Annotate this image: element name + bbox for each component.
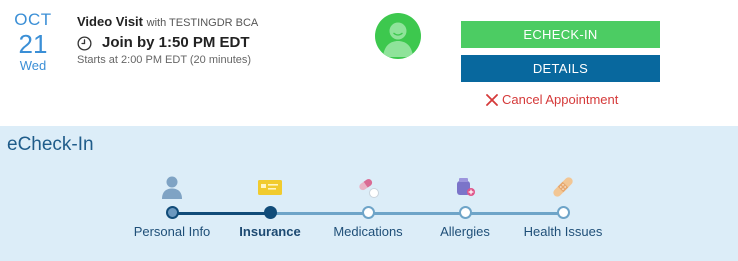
visit-provider: with TESTINGDR BCA	[146, 17, 259, 29]
visit-type: Video Visit	[77, 14, 143, 29]
clock-icon	[77, 35, 92, 51]
step-label: Medications	[333, 224, 403, 239]
step-label: Health Issues	[523, 224, 603, 239]
step-dot	[263, 206, 277, 219]
step-label: Insurance	[239, 224, 301, 239]
step-allergies[interactable]: Allergies	[410, 174, 520, 239]
pills-icon	[359, 179, 379, 198]
insurance-card-icon	[258, 180, 282, 195]
step-health-issues[interactable]: Health Issues	[508, 174, 618, 239]
person-silhouette-icon	[383, 22, 413, 57]
date-day: 21	[18, 29, 48, 59]
cancel-appointment-label: Cancel Appointment	[502, 92, 619, 107]
step-label: Allergies	[440, 224, 490, 239]
details-button[interactable]: DETAILS	[461, 55, 660, 82]
appointment-card: OCT 21 Wed Video Visit with TESTINGDR BC…	[0, 0, 738, 126]
step-medications[interactable]: Medications	[313, 174, 423, 239]
appointment-date: OCT 21 Wed	[10, 10, 56, 74]
echeckin-panel: eCheck-In Personal Info Insurance Medica…	[0, 126, 738, 261]
step-dot	[361, 206, 375, 219]
step-label: Personal Info	[133, 224, 211, 239]
step-dot	[556, 206, 570, 219]
bandage-icon	[553, 177, 573, 197]
echeck-in-button[interactable]: ECHECK-IN	[461, 21, 660, 48]
cancel-appointment-link[interactable]: Cancel Appointment	[486, 92, 618, 107]
close-icon	[486, 93, 498, 106]
date-month: OCT	[14, 10, 52, 29]
step-dot	[165, 206, 179, 219]
start-time: Starts at 2:00 PM EDT (20 minutes)	[77, 54, 252, 66]
allergy-icon	[457, 178, 475, 196]
person-icon	[162, 176, 182, 199]
step-insurance[interactable]: Insurance	[215, 174, 325, 239]
visit-title: Video Visit with TESTINGDR BCA	[77, 14, 258, 31]
date-weekday: Wed	[19, 58, 47, 73]
provider-avatar-icon	[375, 13, 421, 59]
step-personal-info[interactable]: Personal Info	[117, 174, 227, 239]
echeckin-title: eCheck-In	[7, 134, 94, 155]
appointment-info: Video Visit with TESTINGDR BCA Join by 1…	[77, 14, 258, 67]
join-time-text: Join by 1:50 PM EDT	[102, 34, 250, 51]
step-dot	[458, 206, 472, 219]
join-time: Join by 1:50 PM EDT	[77, 34, 258, 52]
